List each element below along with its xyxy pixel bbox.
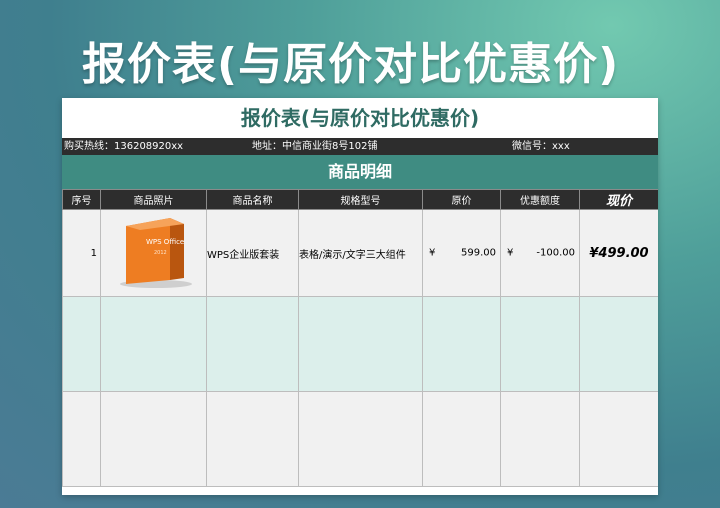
table-row [62, 391, 658, 487]
empty-cell[interactable] [500, 296, 580, 392]
empty-cell[interactable] [206, 296, 299, 392]
cell-index[interactable]: 1 [62, 209, 101, 297]
table-header-row: 序号 商品照片 商品名称 规格型号 原价 优惠额度 现价 [62, 189, 658, 210]
cell-spec[interactable]: 表格/演示/文字三大组件 [298, 209, 423, 297]
quote-sheet: 报价表(与原价对比优惠价) 购买热线：136208920xx 地址：中信商业街8… [62, 98, 658, 495]
sheet-title: 报价表(与原价对比优惠价) [240, 106, 480, 130]
wechat-text: 微信号：xxx [512, 141, 570, 152]
table-row: 1 WPS Office 2012 WPS企业版套装 表格/演示/文字三大组件 … [62, 209, 658, 297]
hotline-text: 购买热线：136208920xx [64, 141, 184, 152]
info-bar: 购买热线：136208920xx 地址：中信商业街8号102铺 微信号：xxx [62, 138, 658, 155]
original-amount: 599.00 [461, 247, 496, 259]
empty-cell[interactable] [579, 391, 658, 487]
empty-cell[interactable] [62, 296, 101, 392]
table-row [62, 296, 658, 392]
col-header-spec: 规格型号 [298, 189, 423, 210]
section-header: 商品明细 [62, 155, 658, 189]
col-header-current: 现价 [579, 189, 658, 210]
col-header-index: 序号 [62, 189, 101, 210]
empty-cell[interactable] [100, 391, 207, 487]
col-header-discount: 优惠额度 [500, 189, 580, 210]
discount-currency: ¥ [507, 247, 514, 259]
empty-cell[interactable] [298, 296, 423, 392]
cell-discount[interactable]: ¥ -100.00 [500, 209, 580, 297]
empty-cell[interactable] [298, 391, 423, 487]
col-header-photo: 商品照片 [100, 189, 207, 210]
empty-cell[interactable] [100, 296, 207, 392]
cell-current-price[interactable]: ¥499.00 [579, 209, 658, 297]
product-table: 序号 商品照片 商品名称 规格型号 原价 优惠额度 现价 1 WPS Offic… [62, 189, 658, 487]
empty-cell[interactable] [422, 296, 501, 392]
box-label: WPS Office [146, 238, 184, 246]
cell-name[interactable]: WPS企业版套装 [206, 209, 299, 297]
product-box-image: WPS Office 2012 [112, 214, 196, 290]
empty-cell[interactable] [206, 391, 299, 487]
cell-photo[interactable]: WPS Office 2012 [100, 209, 207, 297]
empty-cell[interactable] [422, 391, 501, 487]
box-year: 2012 [154, 250, 167, 256]
empty-cell[interactable] [579, 296, 658, 392]
col-header-name: 商品名称 [206, 189, 299, 210]
original-currency: ¥ [429, 247, 436, 259]
col-header-original: 原价 [422, 189, 501, 210]
empty-cell[interactable] [500, 391, 580, 487]
hero-title: 报价表(与原价对比优惠价) [82, 39, 620, 90]
address-text: 地址：中信商业街8号102铺 [252, 141, 378, 152]
empty-cell[interactable] [62, 391, 101, 487]
cell-original-price[interactable]: ¥ 599.00 [422, 209, 501, 297]
discount-amount: -100.00 [536, 247, 575, 259]
